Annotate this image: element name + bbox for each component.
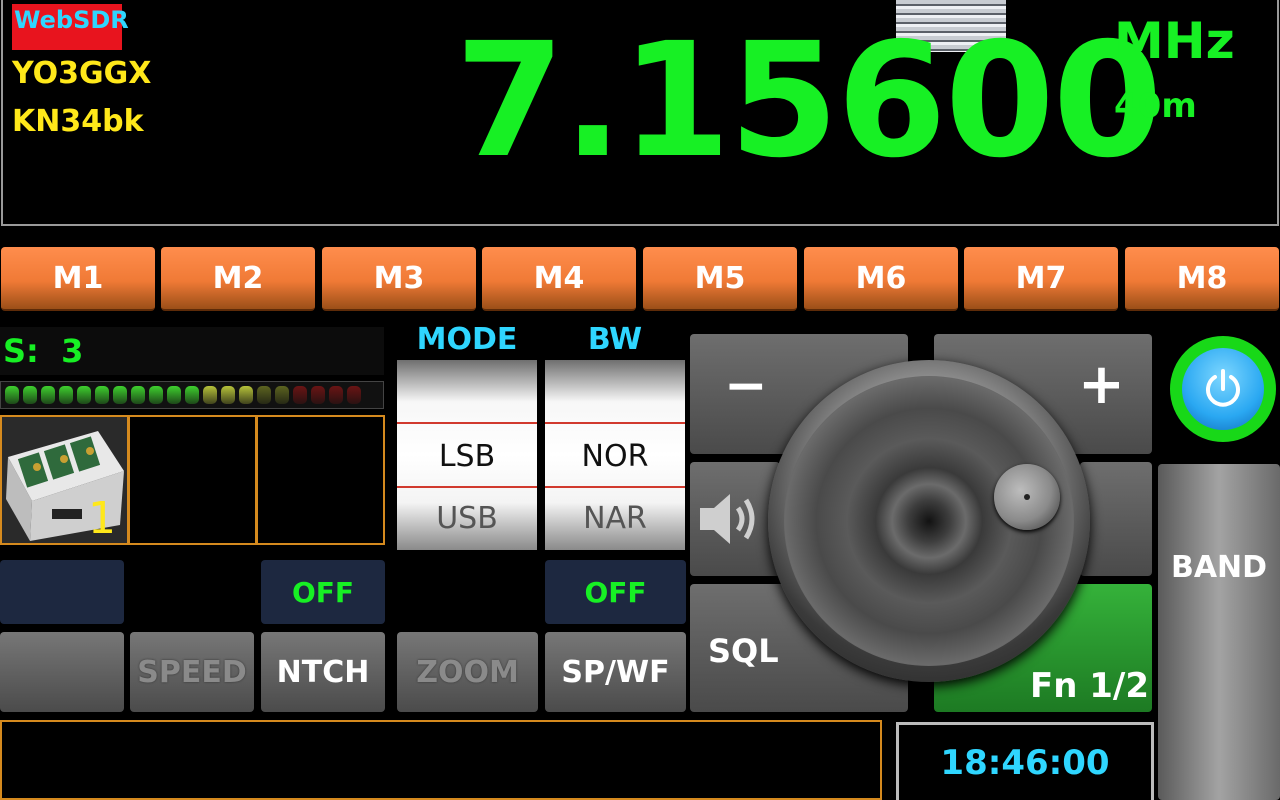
smeter-segment [221,386,235,404]
mode-next[interactable]: USB [397,488,537,548]
speaker-icon [700,494,755,544]
smeter-segment [149,386,163,404]
app-badge: WebSDR [12,4,129,50]
radio-slot-2[interactable] [128,415,257,545]
memory-button-8[interactable]: M8 [1125,247,1279,311]
ntch-button[interactable]: NTCH [261,632,385,712]
smeter-segment [23,386,37,404]
frequency-unit: MHz [1114,12,1235,70]
smeter-reading: S: 3 [3,332,84,370]
band-button[interactable]: BAND [1158,464,1280,800]
ntch-state[interactable]: OFF [261,560,385,624]
message-area [0,720,882,800]
plus-label: + [1078,352,1125,417]
bw-header: BW [587,322,643,357]
mode-selector[interactable]: LSB USB [397,360,537,550]
spwf-state[interactable]: OFF [545,560,686,624]
mode-selected[interactable]: LSB [397,424,537,486]
dimple-dot [1024,494,1030,500]
slot-number: 1 [88,493,116,544]
volume-button[interactable] [690,462,780,576]
memory-button-4[interactable]: M4 [482,247,636,311]
memory-button-7[interactable]: M7 [964,247,1118,311]
clock: 18:46:00 [896,722,1154,800]
smeter-segment [77,386,91,404]
smeter-segment [257,386,271,404]
smeter-segment [167,386,181,404]
smeter-segment [131,386,145,404]
memory-button-2[interactable]: M2 [161,247,315,311]
smeter-segment [347,386,361,404]
sql-label: SQL [708,632,779,670]
smeter-segment [239,386,253,404]
memory-button-5[interactable]: M5 [643,247,797,311]
power-inner [1182,348,1264,430]
smeter-segment [329,386,343,404]
smeter-segment [293,386,307,404]
smeter-segment [41,386,55,404]
band-label: 40m [1114,86,1197,126]
memory-button-1[interactable]: M1 [1,247,155,311]
bw-selector[interactable]: NOR NAR [545,360,685,550]
memory-button-6[interactable]: M6 [804,247,958,311]
radio-slot-1[interactable]: 1 [0,415,129,545]
smeter-segment [203,386,217,404]
smeter-segment [5,386,19,404]
frequency-readout[interactable]: 7.15600 [455,22,1163,180]
mode-header: MODE [416,322,518,357]
callsign: YO3GGX [12,56,152,91]
blank-button[interactable] [0,632,124,712]
smeter-segment [275,386,289,404]
smeter-segment [185,386,199,404]
bw-selected[interactable]: NOR [545,424,685,486]
smeter-segment [95,386,109,404]
memory-button-3[interactable]: M3 [322,247,476,311]
locator: KN34bk [12,104,144,139]
power-button[interactable] [1170,336,1276,442]
blank-toggle[interactable] [0,560,124,624]
bw-next[interactable]: NAR [545,488,685,548]
aux-button[interactable] [1080,462,1152,576]
speed-button[interactable]: SPEED [130,632,254,712]
minus-label: − [724,356,768,416]
smeter-segment [59,386,73,404]
smeter-bar [0,381,384,409]
fn-label: Fn 1/2 [1030,666,1149,706]
zoom-button[interactable]: ZOOM [397,632,538,712]
smeter-segment [113,386,127,404]
smeter-segment [311,386,325,404]
radio-slot-3[interactable] [256,415,385,545]
spwf-button[interactable]: SP/WF [545,632,686,712]
power-icon [1206,369,1240,407]
